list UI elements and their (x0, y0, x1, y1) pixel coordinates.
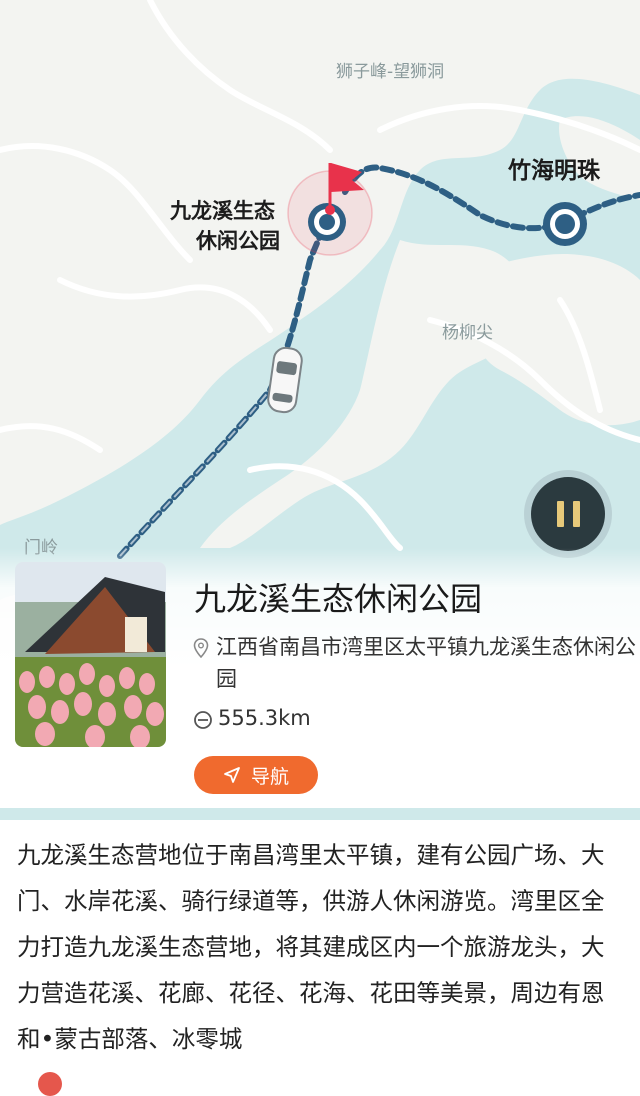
bottom-indicator (38, 1072, 62, 1096)
distance-icon (194, 711, 212, 729)
pause-icon (531, 477, 605, 551)
place-description: 九龙溪生态营地位于南昌湾里太平镇，建有公园广场、大门、水岸花溪、骑行绿道等，供游… (17, 841, 605, 1053)
map-label-peak: 狮子峰-望狮洞 (336, 62, 445, 82)
place-distance: 555.3km (218, 706, 311, 730)
poi-start-label[interactable]: 九龙溪生态 休闲公园 (170, 196, 280, 256)
place-title: 九龙溪生态休闲公园 (194, 580, 483, 618)
pause-button[interactable] (524, 470, 612, 558)
place-thumbnail[interactable] (15, 562, 166, 747)
location-pin-icon (193, 638, 209, 658)
navigation-arrow-icon (224, 767, 240, 783)
place-photo (15, 562, 166, 747)
navigate-button-label: 导航 (250, 765, 289, 788)
poi-bamboo-pearl-label[interactable]: 竹海明珠 (508, 156, 600, 186)
map-label-yangliu: 杨柳尖 (442, 323, 493, 343)
navigate-button[interactable]: 导航 (194, 756, 318, 794)
place-address: 江西省南昌市湾里区太平镇九龙溪生态休闲公园 (216, 635, 636, 691)
